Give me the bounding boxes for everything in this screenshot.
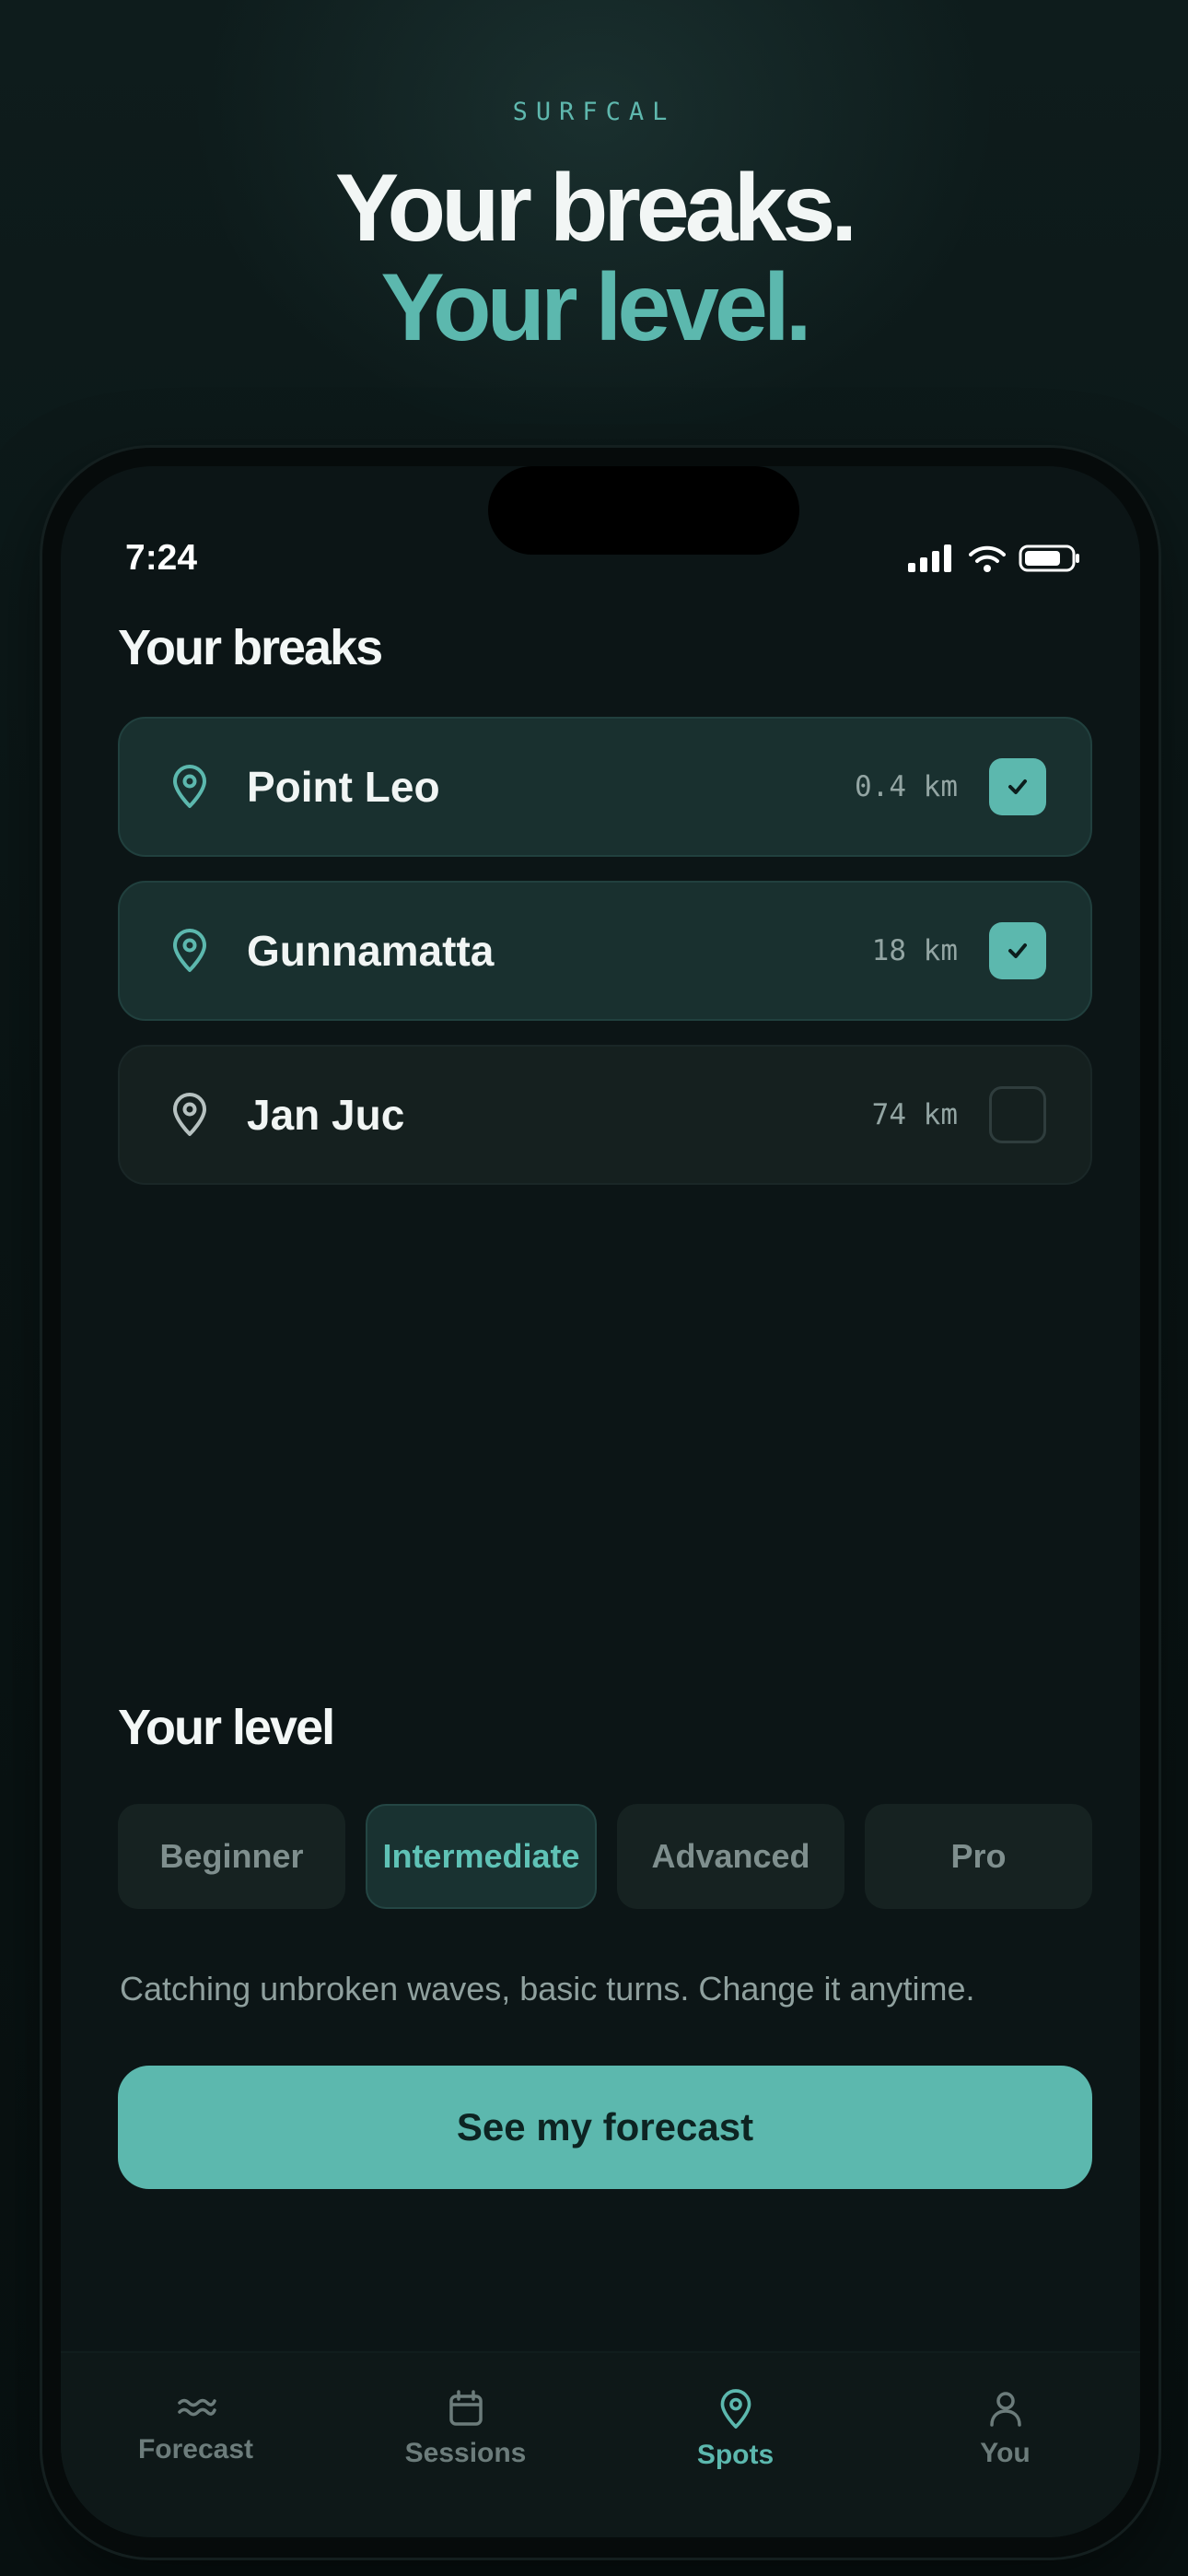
- onboarding-page: SURFCAL Your breaks. Your level. 7:24 Yo…: [0, 0, 1188, 2576]
- level-option-intermediate[interactable]: Intermediate: [366, 1804, 597, 1909]
- check-icon: [1008, 779, 1027, 794]
- hero-line-1: Your breaks.: [334, 155, 857, 262]
- level-option-pro[interactable]: Pro: [865, 1804, 1092, 1909]
- person-icon: [989, 2392, 1021, 2427]
- hero-line-2: Your level.: [380, 254, 811, 361]
- break-checkbox[interactable]: [989, 1086, 1046, 1143]
- tab-label: You: [980, 2438, 1031, 2468]
- status-time: 7:24: [125, 538, 198, 578]
- break-distance: 18 km: [871, 934, 958, 967]
- signal-icon: [908, 544, 951, 572]
- level-option-beginner[interactable]: Beginner: [118, 1804, 345, 1909]
- waves-icon: [177, 2398, 216, 2417]
- phone-screen: 7:24 Your breaks Point Leo 0.4 km Gunnam…: [61, 466, 1140, 2537]
- pin-icon: [720, 2389, 751, 2429]
- phone-frame: 7:24 Your breaks Point Leo 0.4 km Gunnam…: [42, 448, 1159, 2558]
- tab-bar: Forecast Sessions Spots You: [61, 2351, 1140, 2537]
- see-forecast-button[interactable]: See my forecast: [118, 2066, 1092, 2189]
- wifi-icon: [969, 545, 1006, 572]
- dynamic-island: [488, 466, 799, 555]
- status-icons: [908, 544, 1081, 573]
- tab-spots[interactable]: Spots: [600, 2353, 870, 2537]
- break-checkbox[interactable]: [989, 758, 1046, 815]
- tab-label: Forecast: [137, 2434, 254, 2465]
- tab-label: Spots: [696, 2440, 775, 2470]
- break-row-gunnamatta[interactable]: Gunnamatta 18 km: [118, 881, 1092, 1021]
- tab-label: Sessions: [404, 2438, 527, 2468]
- calendar-icon: [448, 2390, 483, 2426]
- pin-icon: [173, 929, 206, 972]
- breaks-title: Your breaks: [118, 620, 383, 675]
- level-selector: Beginner Intermediate Advanced Pro: [118, 1804, 1092, 1909]
- tab-you[interactable]: You: [870, 2353, 1140, 2537]
- battery-icon: [1019, 544, 1079, 572]
- brand-label: SURFCAL: [512, 98, 676, 126]
- check-icon: [1008, 943, 1027, 958]
- break-checkbox[interactable]: [989, 922, 1046, 979]
- break-name: Gunnamatta: [247, 927, 495, 975]
- break-row-point-leo[interactable]: Point Leo 0.4 km: [118, 717, 1092, 857]
- level-hint: Catching unbroken waves, basic turns. Ch…: [120, 1970, 975, 2008]
- break-name: Point Leo: [247, 763, 440, 811]
- level-option-advanced[interactable]: Advanced: [617, 1804, 844, 1909]
- level-title: Your level: [118, 1700, 335, 1755]
- tab-forecast[interactable]: Forecast: [61, 2353, 331, 2537]
- pin-icon: [173, 765, 206, 808]
- break-distance: 0.4 km: [855, 770, 958, 803]
- break-name: Jan Juc: [247, 1091, 405, 1139]
- pin-icon: [173, 1093, 206, 1136]
- break-distance: 74 km: [871, 1098, 958, 1131]
- hero-title: Your breaks. Your level.: [0, 158, 1188, 357]
- tab-sessions[interactable]: Sessions: [331, 2353, 600, 2537]
- break-row-jan-juc[interactable]: Jan Juc 74 km: [118, 1045, 1092, 1185]
